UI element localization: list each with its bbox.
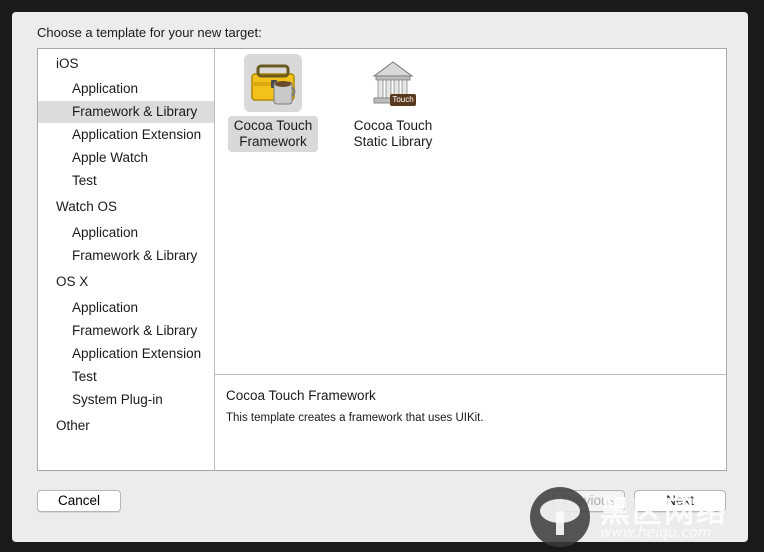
template-cocoa-touch-static-library[interactable]: Touch Cocoa Touch Static Library bbox=[343, 54, 443, 152]
previous-button[interactable]: Previous bbox=[553, 490, 625, 512]
section-ios[interactable]: iOS bbox=[56, 56, 79, 71]
sidebar-item-watchos-application[interactable]: Application bbox=[38, 222, 214, 244]
template-description: Cocoa Touch Framework This template crea… bbox=[215, 375, 726, 470]
section-other[interactable]: Other bbox=[56, 418, 90, 433]
sidebar-item-ios-apple-watch[interactable]: Apple Watch bbox=[38, 147, 214, 169]
sidebar-item-ios-test[interactable]: Test bbox=[38, 170, 214, 192]
sidebar-item-ios-framework-library[interactable]: Framework & Library bbox=[38, 101, 214, 123]
toolbox-framework-icon bbox=[244, 54, 302, 112]
sidebar-item-ios-application[interactable]: Application bbox=[38, 78, 214, 100]
description-title: Cocoa Touch Framework bbox=[226, 388, 376, 403]
touch-badge: Touch bbox=[392, 95, 414, 104]
sidebar-item-ios-application-extension[interactable]: Application Extension bbox=[38, 124, 214, 146]
sidebar-item-osx-application[interactable]: Application bbox=[38, 297, 214, 319]
sidebar-item-osx-test[interactable]: Test bbox=[38, 366, 214, 388]
platform-sidebar: iOS Application Framework & Library Appl… bbox=[38, 49, 215, 470]
template-label: Cocoa Touch Static Library bbox=[353, 118, 433, 149]
section-osx[interactable]: OS X bbox=[56, 274, 88, 289]
library-building-icon: Touch bbox=[364, 54, 422, 112]
sidebar-item-watchos-framework-library[interactable]: Framework & Library bbox=[38, 245, 214, 267]
next-button[interactable]: Next bbox=[634, 490, 726, 512]
description-body: This template creates a framework that u… bbox=[226, 412, 484, 424]
sidebar-item-osx-system-plugin[interactable]: System Plug-in bbox=[38, 389, 214, 411]
template-cocoa-touch-framework[interactable]: Cocoa Touch Framework bbox=[223, 54, 323, 152]
new-target-sheet: Choose a template for your new target: i… bbox=[12, 12, 748, 542]
section-watchos[interactable]: Watch OS bbox=[56, 199, 117, 214]
template-label: Cocoa Touch Framework bbox=[227, 116, 319, 152]
template-chooser: iOS Application Framework & Library Appl… bbox=[37, 48, 727, 471]
sheet-title: Choose a template for your new target: bbox=[37, 25, 262, 40]
sidebar-item-osx-application-extension[interactable]: Application Extension bbox=[38, 343, 214, 365]
cancel-button[interactable]: Cancel bbox=[37, 490, 121, 512]
template-grid: Cocoa Touch Framework Touch Cocoa Touch … bbox=[215, 49, 726, 375]
sidebar-item-osx-framework-library[interactable]: Framework & Library bbox=[38, 320, 214, 342]
